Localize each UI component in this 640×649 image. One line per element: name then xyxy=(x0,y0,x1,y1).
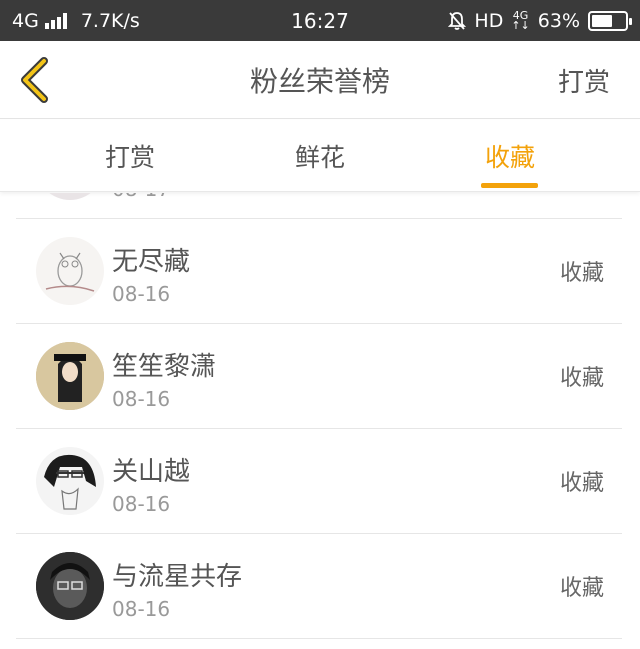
list-item-action: 收藏 xyxy=(559,576,604,601)
tab-bar: 打赏 鲜花 收藏 xyxy=(0,120,640,192)
avatar xyxy=(36,342,104,410)
list-item-action: 收藏 xyxy=(559,366,604,391)
battery-icon xyxy=(588,10,632,31)
list-item-name: 关山越 xyxy=(112,457,191,487)
list-item-date: 08-17 xyxy=(112,193,170,201)
active-tab-indicator xyxy=(481,183,538,188)
fan-list[interactable]: 08-17 无尽藏 08-16 收藏 笙笙黎潇 08-16 收藏 xyxy=(0,193,640,649)
avatar xyxy=(36,552,104,620)
list-item-action: 收藏 xyxy=(559,471,604,496)
list-item[interactable]: 笙笙黎潇 08-16 收藏 xyxy=(16,324,622,429)
reward-button[interactable]: 打赏 xyxy=(558,41,610,119)
tab-favorites[interactable]: 收藏 xyxy=(450,120,570,192)
list-item-name: 与流星共存 xyxy=(112,562,243,592)
list-item[interactable]: 与流星共存 08-16 收藏 xyxy=(16,534,622,639)
nav-header: 粉丝荣誉榜 打赏 xyxy=(0,41,640,119)
list-item[interactable]: 无尽藏 08-16 收藏 xyxy=(16,219,622,324)
list-item-name: 笙笙黎潇 xyxy=(112,352,217,382)
network-small-icon: 4G ↑↓ xyxy=(511,8,530,32)
list-item-date: 08-16 xyxy=(112,492,171,516)
status-bar: 4G 7.7K/s 16:27 HD 4G ↑↓ 63% xyxy=(0,0,640,41)
mute-bell-icon xyxy=(448,11,467,30)
clock: 16:27 xyxy=(291,8,349,33)
list-item[interactable]: 关山越 08-16 收藏 xyxy=(16,429,622,534)
list-item[interactable]: 08-17 xyxy=(16,193,622,219)
avatar xyxy=(36,193,104,200)
tab-reward[interactable]: 打赏 xyxy=(70,120,190,192)
list-item-date: 08-16 xyxy=(112,282,171,306)
tab-flowers[interactable]: 鲜花 xyxy=(260,120,380,192)
list-item-action: 收藏 xyxy=(559,261,604,286)
hd-indicator: HD xyxy=(474,9,504,32)
avatar xyxy=(36,237,104,305)
list-item-name: 无尽藏 xyxy=(112,247,191,277)
battery-percent: 63% xyxy=(537,9,580,32)
page-title: 粉丝荣誉榜 xyxy=(249,65,390,98)
avatar xyxy=(36,447,104,515)
list-item-date: 08-16 xyxy=(112,387,171,411)
list-item-date: 08-16 xyxy=(112,597,171,621)
